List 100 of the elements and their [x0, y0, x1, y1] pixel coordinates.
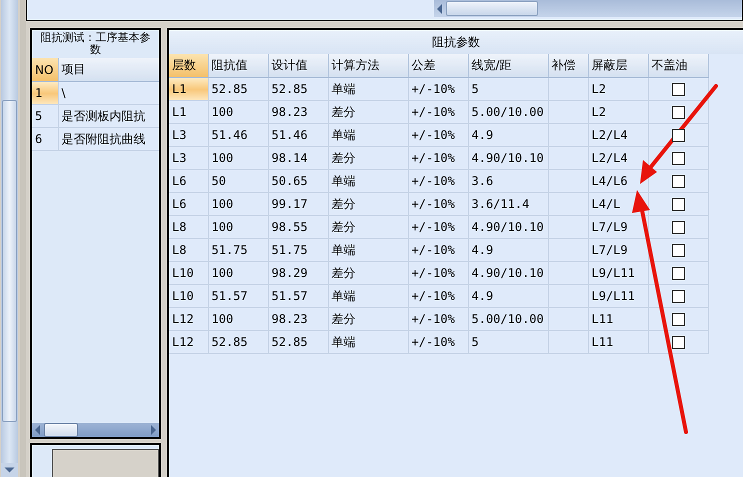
table-cell: 98.23 — [268, 100, 328, 124]
table-cell: +/-10% — [408, 284, 468, 308]
table-cell: 4.9 — [468, 238, 548, 262]
table-cell: +/-10% — [408, 262, 468, 284]
table-cell: 98.29 — [268, 262, 328, 284]
table-cell — [548, 146, 588, 170]
scroll-thumb[interactable] — [2, 100, 17, 422]
table-cell: 99.17 — [268, 192, 328, 216]
checkbox[interactable] — [672, 82, 684, 96]
column-header[interactable]: 屏蔽层 — [588, 54, 648, 78]
table-cell: L7/L9 — [588, 238, 648, 262]
checkbox[interactable] — [672, 266, 684, 280]
table-cell — [548, 124, 588, 146]
table-cell — [548, 262, 588, 284]
table-cell: 52.85 — [268, 330, 328, 354]
column-header[interactable]: 阻抗值 — [208, 54, 268, 78]
checkbox[interactable] — [672, 198, 684, 210]
table-cell: 差分 — [328, 100, 408, 124]
table-cell: 50 — [208, 170, 268, 192]
table-cell — [548, 238, 588, 262]
table-cell: 4.9 — [468, 124, 548, 146]
table-cell: 100 — [208, 262, 268, 284]
table-cell: +/-10% — [408, 238, 468, 262]
column-header[interactable]: 线宽/距 — [468, 54, 548, 78]
table-cell: +/-10% — [408, 146, 468, 170]
table-cell: 差分 — [328, 308, 408, 330]
table-cell — [548, 100, 588, 124]
table-cell — [548, 170, 588, 192]
table-cell: +/-10% — [408, 100, 468, 124]
column-header[interactable]: 计算方法 — [328, 54, 408, 78]
table-cell: 51.75 — [208, 238, 268, 262]
table-cell: L2 — [588, 100, 648, 124]
table-cell: 4.90/10.10 — [468, 146, 548, 170]
table-cell: 4.90/10.10 — [468, 216, 548, 238]
scroll-thumb[interactable] — [446, 1, 538, 16]
column-header[interactable]: 层数 — [169, 54, 208, 78]
table-cell — [548, 308, 588, 330]
table-cell: 差分 — [328, 262, 408, 284]
checkbox[interactable] — [672, 106, 684, 118]
table-cell: 3.6/11.4 — [468, 192, 548, 216]
scrollbar[interactable] — [434, 0, 742, 17]
panel-title: 阻抗参数 — [169, 30, 743, 54]
table-cell: 100 — [208, 146, 268, 170]
table-cell — [548, 78, 588, 100]
table-cell: L3 — [169, 146, 208, 170]
checkbox[interactable] — [672, 336, 684, 348]
table-cell: 5.00/10.00 — [468, 308, 548, 330]
checkbox[interactable] — [672, 244, 684, 256]
table-cell: 5 — [32, 104, 58, 128]
table-cell: L8 — [169, 216, 208, 238]
table-cell — [548, 216, 588, 238]
table-cell: L12 — [169, 330, 208, 354]
table-cell: L10 — [169, 262, 208, 284]
table-cell: 差分 — [328, 216, 408, 238]
table-cell: 52.85 — [268, 78, 328, 100]
table-cell: L2/L4 — [588, 146, 648, 170]
checkbox[interactable] — [672, 174, 684, 188]
table-cell: L11 — [588, 330, 648, 354]
table-cell — [548, 330, 588, 354]
table-cell: L9/L11 — [588, 262, 648, 284]
table-cell: 52.85 — [208, 78, 268, 100]
checkbox[interactable] — [672, 312, 684, 326]
scrollbar[interactable] — [32, 423, 159, 437]
table-cell: +/-10% — [408, 78, 468, 100]
table-cell: L1 — [169, 100, 208, 124]
table-cell: 是否附阻抗曲线 — [58, 128, 159, 150]
table-cell: +/-10% — [408, 308, 468, 330]
table-cell: 3.6 — [468, 170, 548, 192]
table-cell: L9/L11 — [588, 284, 648, 308]
column-header[interactable]: 项目 — [58, 58, 159, 82]
checkbox[interactable] — [672, 152, 684, 164]
column-header[interactable]: 设计值 — [268, 54, 328, 78]
table-cell: 单端 — [328, 238, 408, 262]
scrollbar[interactable] — [1, 0, 18, 477]
column-header[interactable]: 公差 — [408, 54, 468, 78]
table-cell: 52.85 — [208, 330, 268, 354]
column-header[interactable]: 不盖油 — [648, 54, 708, 78]
table-cell: 单端 — [328, 124, 408, 146]
table-cell: L11 — [588, 308, 648, 330]
table-cell: L8 — [169, 238, 208, 262]
table-cell: 1 — [32, 82, 58, 104]
table-cell: 51.46 — [208, 124, 268, 146]
table-cell: 单端 — [328, 170, 408, 192]
checkbox[interactable] — [672, 220, 684, 234]
table-cell: 差分 — [328, 192, 408, 216]
table-cell: 5 — [468, 78, 548, 100]
checkbox[interactable] — [672, 290, 684, 302]
table-cell: L12 — [169, 308, 208, 330]
scroll-down-icon[interactable] — [1, 463, 18, 477]
table-cell: +/-10% — [408, 124, 468, 146]
table-cell: 5.00/10.00 — [468, 100, 548, 124]
table-cell: 98.55 — [268, 216, 328, 238]
column-header[interactable]: 补偿 — [548, 54, 588, 78]
table-cell: 单端 — [328, 78, 408, 100]
scroll-thumb[interactable] — [44, 423, 78, 437]
checkbox[interactable] — [672, 128, 684, 142]
table-cell: +/-10% — [408, 216, 468, 238]
column-header[interactable]: NO — [32, 58, 58, 82]
table-cell: 100 — [208, 216, 268, 238]
table-cell: L6 — [169, 192, 208, 216]
